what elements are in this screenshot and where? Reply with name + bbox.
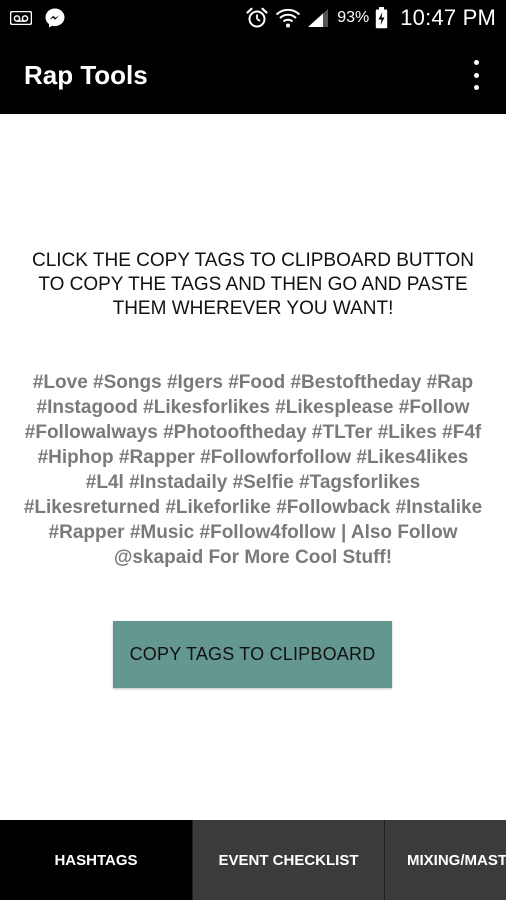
main-content: CLICK THE COPY TAGS TO CLIPBOARD BUTTON … [0, 114, 506, 820]
tab-mixing-mastering[interactable]: MIXING/MAST [385, 820, 506, 900]
screen: 93% 10:47 PM Rap Tools CLICK THE COPY TA… [0, 0, 506, 900]
overflow-menu-icon[interactable] [466, 60, 486, 90]
overflow-dot [473, 60, 479, 65]
copy-tags-button[interactable]: COPY TAGS TO CLIPBOARD [113, 621, 392, 688]
messenger-icon [44, 7, 66, 29]
status-bar: 93% 10:47 PM [0, 0, 506, 36]
tab-label: MIXING/MAST [407, 851, 506, 869]
overflow-dot [473, 85, 479, 90]
bottom-tab-bar: HASHTAGS EVENT CHECKLIST MIXING/MAST [0, 820, 506, 900]
overflow-dot [473, 72, 479, 78]
battery-icon [375, 7, 388, 29]
tab-label: HASHTAGS [54, 851, 138, 869]
tab-label: EVENT CHECKLIST [218, 851, 359, 869]
instructions-text: CLICK THE COPY TAGS TO CLIPBOARD BUTTON … [31, 250, 475, 319]
voicemail-icon [10, 11, 32, 25]
app-bar: Rap Tools [0, 36, 506, 114]
app-title: Rap Tools [24, 60, 148, 90]
status-clock: 10:47 PM [400, 5, 496, 30]
battery-percent: 93% [337, 9, 370, 26]
signal-icon [307, 8, 329, 28]
tab-hashtags[interactable]: HASHTAGS [0, 820, 192, 900]
tab-event-checklist[interactable]: EVENT CHECKLIST [193, 820, 384, 900]
hashtags-text: #Love #Songs #Igers #Food #Bestoftheday … [23, 372, 483, 568]
alarm-icon [245, 6, 269, 30]
wifi-icon [275, 7, 301, 29]
